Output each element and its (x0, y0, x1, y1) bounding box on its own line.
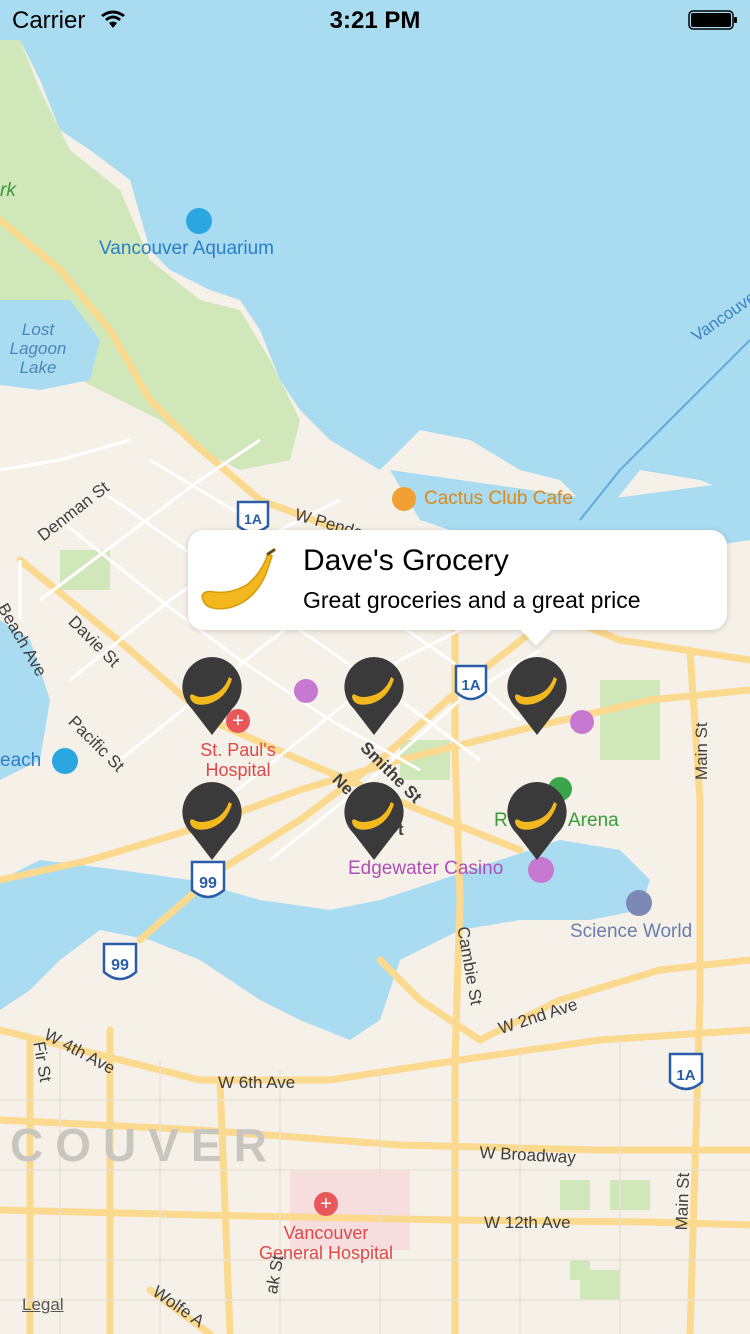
lost-lagoon-label: Lost Lagoon Lake (9, 320, 67, 377)
cactus-club-label[interactable]: Cactus Club Cafe (424, 488, 573, 510)
hospital-icon-2[interactable]: + (314, 1192, 338, 1216)
grocery-pin-1[interactable] (180, 655, 244, 739)
highway-99-shield-2: 99 (102, 940, 138, 986)
theater-icon-2[interactable] (570, 710, 594, 734)
grocery-pin-2[interactable] (342, 655, 406, 739)
street-w-6th: W 6th Ave (218, 1073, 296, 1092)
svg-text:1A: 1A (461, 677, 480, 694)
svg-text:99: 99 (199, 875, 217, 892)
highway-99-shield: 99 (190, 858, 226, 904)
highway-1a-shield-2: 1A (454, 662, 488, 706)
science-world-label[interactable]: Science World (570, 921, 692, 943)
callout-title: Dave's Grocery (303, 544, 509, 577)
street-main-top: Main St (692, 722, 711, 780)
svg-text:1A: 1A (676, 1067, 695, 1084)
status-bar: Carrier 3:21 PM (0, 0, 750, 40)
callout-subtitle: Great groceries and a great price (303, 587, 641, 613)
theater-icon[interactable] (294, 679, 318, 703)
st-pauls-label[interactable]: St. Paul's Hospital (188, 740, 288, 780)
arena-label[interactable]: Arena (568, 810, 619, 832)
legal-link[interactable]: Legal (22, 1295, 64, 1315)
vgh-label[interactable]: Vancouver General Hospital (236, 1223, 416, 1263)
highway-1a-shield-3: 1A (668, 1050, 704, 1096)
grocery-pin-4[interactable] (180, 780, 244, 864)
battery-icon (688, 10, 737, 30)
street-main-bottom: Main St (672, 1172, 694, 1231)
beach-label[interactable]: each (0, 750, 41, 772)
aquarium-icon[interactable] (186, 208, 212, 234)
grocery-pin-3[interactable] (505, 655, 569, 739)
museum-icon[interactable] (626, 890, 652, 916)
svg-text:1A: 1A (244, 511, 262, 527)
cactus-club-icon[interactable] (392, 487, 416, 511)
grocery-callout[interactable]: Dave's Grocery Great groceries and a gre… (188, 530, 727, 630)
street-w-12th: W 12th Ave (484, 1213, 571, 1232)
grocery-pin-6[interactable] (505, 780, 569, 864)
grocery-pin-5[interactable] (342, 780, 406, 864)
beach-icon[interactable] (52, 748, 78, 774)
park-label: rk (0, 180, 16, 201)
banana-icon (201, 548, 276, 610)
city-label: COUVER (10, 1119, 279, 1171)
status-time: 3:21 PM (329, 7, 421, 34)
svg-text:99: 99 (111, 957, 129, 974)
aquarium-label[interactable]: Vancouver Aquarium (99, 238, 274, 260)
